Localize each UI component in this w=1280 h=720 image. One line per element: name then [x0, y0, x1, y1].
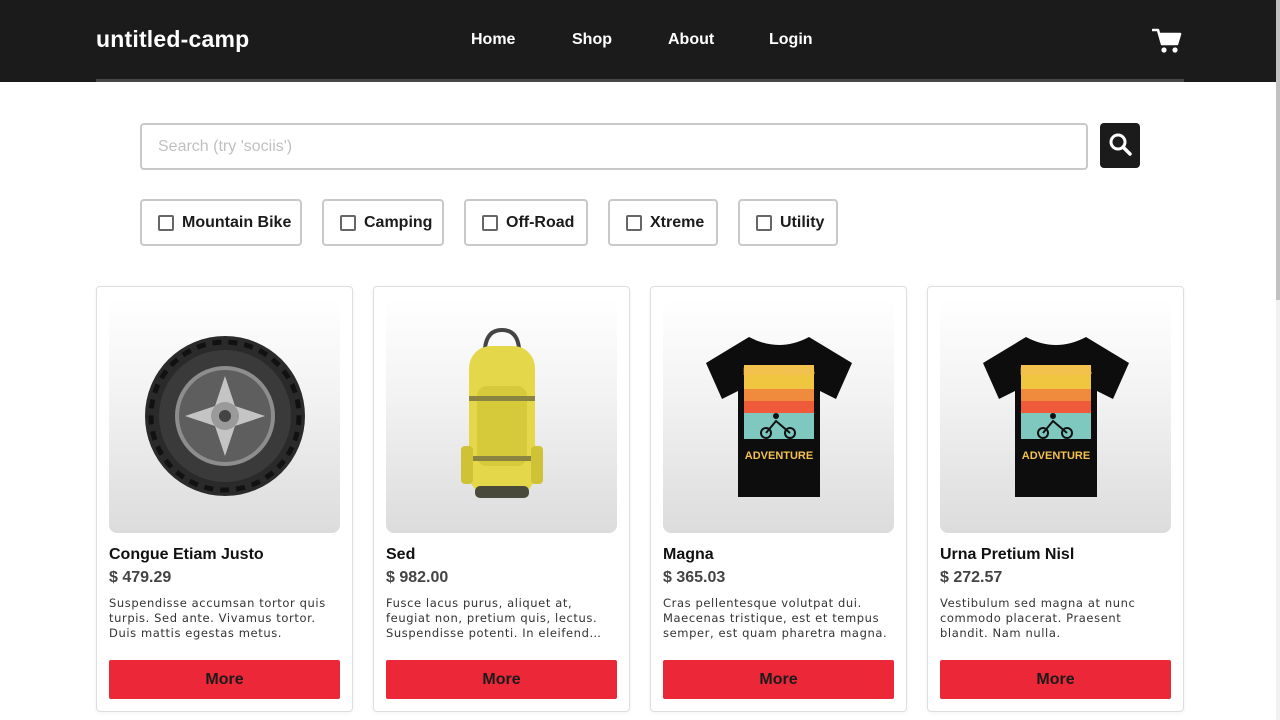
product-image-tshirt[interactable]: MOTOCROSS ADVENTURE	[940, 299, 1171, 533]
more-button[interactable]: More	[109, 660, 340, 699]
product-title[interactable]: Congue Etiam Justo	[109, 546, 264, 564]
more-button[interactable]: More	[663, 660, 894, 699]
product-image-backpack[interactable]	[386, 299, 617, 533]
scrollbar-thumb[interactable]	[1276, 0, 1280, 300]
tshirt-icon: MOTOCROSS ADVENTURE	[982, 337, 1129, 497]
graphic-text-bottom: ADVENTURE	[1021, 450, 1089, 462]
filter-mountain-bike[interactable]: Mountain Bike	[140, 199, 302, 246]
product-description: Suspendisse accumsan tortor quis turpis.…	[109, 596, 326, 640]
product-image-tshirt[interactable]: MOTOCROSS ADVENTURE	[663, 299, 894, 533]
filter-utility[interactable]: Utility	[738, 199, 838, 246]
product-title[interactable]: Urna Pretium Nisl	[940, 546, 1074, 564]
nav-login[interactable]: Login	[769, 31, 813, 49]
product-card: MOTOCROSS ADVENTURE Urna Pretium Nisl $ …	[927, 286, 1184, 712]
graphic-text-bottom: ADVENTURE	[744, 450, 812, 462]
more-button[interactable]: More	[386, 660, 617, 699]
filter-label: Xtreme	[650, 213, 705, 231]
tshirt-icon: MOTOCROSS ADVENTURE	[705, 337, 852, 497]
product-description: Vestibulum sed magna at nunc commodo pla…	[940, 596, 1136, 640]
checkbox[interactable]	[340, 214, 356, 231]
backpack-icon	[460, 327, 543, 498]
graphic-text-top: MOTOCROSS	[1020, 366, 1092, 378]
filter-xtreme[interactable]: Xtreme	[608, 199, 718, 246]
product-description: Fusce lacus purus, aliquet at, feugiat n…	[386, 596, 598, 642]
tire-icon	[144, 336, 305, 496]
checkbox[interactable]	[756, 214, 772, 231]
search-icon	[1108, 132, 1132, 159]
product-card: MOTOCROSS ADVENTURE Magna $ 365.03 Cras …	[650, 286, 907, 712]
main-nav: Home Shop About Login	[0, 31, 1280, 55]
product-price: $ 982.00	[386, 569, 449, 586]
header-divider	[96, 79, 1184, 82]
product-image-tire[interactable]	[109, 299, 340, 533]
site-header: untitled-camp Home Shop About Login	[0, 0, 1280, 82]
product-card: Congue Etiam Justo $ 479.29 Suspendisse …	[96, 286, 353, 712]
filter-label: Camping	[364, 213, 433, 231]
checkbox[interactable]	[482, 214, 498, 231]
filter-camping[interactable]: Camping	[322, 199, 444, 246]
product-price: $ 272.57	[940, 569, 1003, 586]
product-card: Sed $ 982.00 Fusce lacus purus, aliquet …	[373, 286, 630, 712]
filter-off-road[interactable]: Off-Road	[464, 199, 588, 246]
filter-label: Utility	[780, 213, 825, 231]
nav-about[interactable]: About	[668, 31, 714, 49]
product-price: $ 365.03	[663, 569, 726, 586]
search-input[interactable]	[140, 123, 1088, 170]
more-button[interactable]: More	[940, 660, 1171, 699]
graphic-text-top: MOTOCROSS	[743, 366, 815, 378]
nav-home[interactable]: Home	[471, 31, 515, 49]
filter-label: Mountain Bike	[182, 213, 292, 231]
page-scrollbar[interactable]	[1276, 0, 1280, 720]
product-description: Cras pellentesque volutpat dui. Maecenas…	[663, 596, 888, 640]
search-button[interactable]	[1100, 123, 1140, 168]
filter-label: Off-Road	[506, 213, 575, 231]
checkbox[interactable]	[626, 214, 642, 231]
cart-icon[interactable]	[1151, 28, 1182, 54]
product-title[interactable]: Magna	[663, 546, 714, 564]
nav-shop[interactable]: Shop	[572, 31, 612, 49]
checkbox[interactable]	[158, 214, 174, 231]
product-title[interactable]: Sed	[386, 546, 415, 564]
product-price: $ 479.29	[109, 569, 172, 586]
